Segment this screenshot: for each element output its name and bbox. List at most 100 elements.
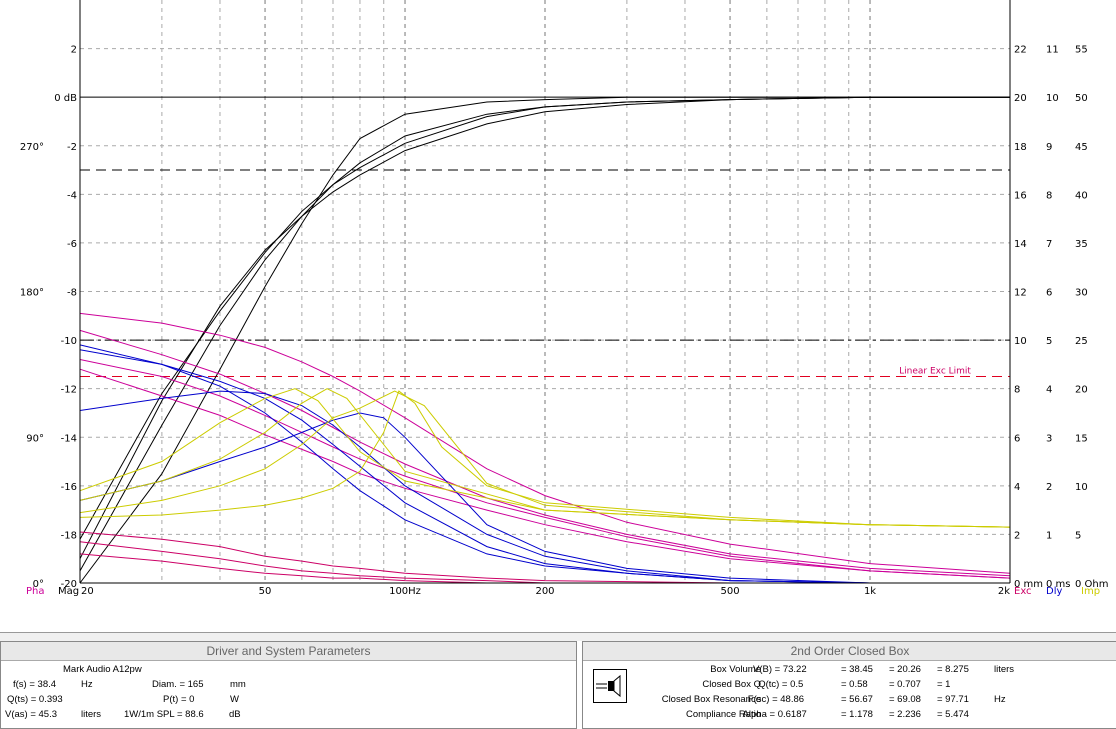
- pha-label: Pha: [26, 586, 45, 597]
- box-row-value: = 20.26: [889, 664, 921, 675]
- delay-tick-label: 8: [1046, 190, 1052, 201]
- fs-value: f(s) = 38.4: [13, 679, 57, 690]
- box-row-label: Closed Box Resonance: [661, 694, 761, 705]
- box-panel-title: 2nd Order Closed Box: [583, 642, 1116, 661]
- x-tick-label: 200: [535, 586, 554, 597]
- response-chart: Linear Exc Limit 2 0 dB -2 -4 -6 -8 -10 -12 -14 -…: [20, 0, 1109, 597]
- exc-tick-label: 14: [1014, 239, 1027, 250]
- box-row-value: = 69.08: [889, 694, 921, 705]
- box-row-label: Closed Box Q: [702, 679, 761, 690]
- delay-curve: [79, 349, 871, 584]
- x-tick-label: 1k: [864, 586, 876, 597]
- box-row-value: Q(tc) = 0.5: [758, 679, 804, 690]
- box-row-unit: Hz: [994, 694, 1006, 705]
- driver-parameters-panel: Driver and System Parameters Mark Audio …: [0, 641, 577, 729]
- mag-tick-label: -2: [67, 142, 77, 153]
- delay-curve: [79, 412, 871, 584]
- exc-tick-label: 10: [1014, 336, 1027, 347]
- imp-tick-label: 30: [1075, 288, 1088, 299]
- box-row-value: = 2.236: [889, 709, 921, 720]
- delay-tick-label: 3: [1046, 433, 1052, 444]
- mag-tick-label: -12: [61, 385, 77, 396]
- imp-tick-label: 25: [1075, 336, 1088, 347]
- box-row-label: Compliance Ratio: [686, 709, 761, 720]
- delay-tick-label: 11: [1046, 45, 1059, 56]
- dly-label: Dly: [1046, 586, 1062, 597]
- delay-tick-label: 5: [1046, 336, 1052, 347]
- box-row-value: = 0.707: [889, 679, 921, 690]
- exc-tick-label: 20: [1014, 93, 1027, 104]
- mag-tick-label: 0 dB: [54, 93, 77, 104]
- box-row-value: Alpha = 0.6187: [742, 709, 807, 720]
- box-row-value: = 1: [937, 679, 951, 690]
- imp-tick-label: 55: [1075, 45, 1088, 56]
- qts-value: Q(ts) = 0.393: [7, 694, 63, 705]
- exc-tick-label: 4: [1014, 482, 1020, 493]
- mag-tick-label: -10: [61, 336, 77, 347]
- vas-value: V(as) = 45.3: [5, 709, 58, 720]
- diam-value: Diam. = 165: [152, 679, 204, 690]
- mag-tick-label: -18: [61, 530, 77, 541]
- delay-tick-label: 1: [1046, 530, 1052, 541]
- linear-exc-limit-label: Linear Exc Limit: [899, 367, 971, 377]
- mag-tick-label: -6: [67, 239, 77, 250]
- pt-value: P(t) = 0: [163, 694, 195, 705]
- delay-curve: [79, 390, 871, 584]
- imp-tick-label: 15: [1075, 433, 1088, 444]
- phase-tick-label: 270°: [20, 142, 44, 153]
- exc-tick-label: 16: [1014, 190, 1027, 201]
- box-row-value: = 97.71: [937, 694, 969, 705]
- delay-tick-label: 9: [1046, 142, 1052, 153]
- mag-label: Mag: [58, 586, 79, 597]
- imp-tick-label: 35: [1075, 239, 1088, 250]
- imp-tick-label: 20: [1075, 385, 1088, 396]
- imp-tick-label: 50: [1075, 93, 1088, 104]
- box-row-value: = 0.58: [841, 679, 868, 690]
- mag-tick-label: -14: [61, 433, 77, 444]
- status-strip: [0, 632, 1116, 641]
- vas-unit: liters: [81, 709, 102, 720]
- box-row-value: V(B) = 73.22: [753, 664, 807, 675]
- phase-tick-label: 90°: [26, 433, 44, 444]
- mag-tick-label: 2: [71, 45, 77, 56]
- exc-tick-label: 6: [1014, 433, 1020, 444]
- exc-label: Exc: [1014, 586, 1032, 597]
- imp-tick-label: 10: [1075, 482, 1088, 493]
- fs-unit: Hz: [81, 679, 93, 690]
- exc-tick-label: 22: [1014, 45, 1027, 56]
- imp-label: Imp: [1081, 586, 1100, 597]
- box-row-unit: liters: [994, 664, 1015, 675]
- exc-tick-label: 12: [1014, 288, 1027, 299]
- diam-unit: mm: [230, 679, 246, 690]
- exc-tick-label: 2: [1014, 530, 1020, 541]
- x-tick-label: 50: [259, 586, 272, 597]
- box-row-value: = 5.474: [937, 709, 969, 720]
- driver-model: Mark Audio A12pw: [63, 664, 142, 675]
- driver-panel-title: Driver and System Parameters: [1, 642, 576, 661]
- box-row-label: Box Volume: [710, 664, 761, 675]
- imp-tick-label: 5: [1075, 530, 1081, 541]
- phase-tick-label: 180°: [20, 288, 44, 299]
- closed-box-panel: 2nd Order Closed Box Box Volume V(B) = 73…: [582, 641, 1116, 729]
- delay-tick-label: 10: [1046, 93, 1059, 104]
- imp-tick-label: 45: [1075, 142, 1088, 153]
- mag-tick-label: -16: [61, 482, 77, 493]
- spl-value: 1W/1m SPL = 88.6: [124, 709, 204, 720]
- box-row-value: = 8.275: [937, 664, 969, 675]
- box-row-value: = 1.178: [841, 709, 873, 720]
- mag-tick-label: -8: [67, 288, 77, 299]
- x-tick-label: 100Hz: [389, 586, 421, 597]
- x-tick-label: 20: [81, 586, 94, 597]
- delay-tick-label: 7: [1046, 239, 1052, 250]
- exc-tick-label: 18: [1014, 142, 1027, 153]
- box-row-value: = 38.45: [841, 664, 873, 675]
- mag-tick-label: -4: [67, 190, 77, 201]
- x-tick-label: 500: [720, 586, 739, 597]
- delay-tick-label: 6: [1046, 288, 1052, 299]
- imp-tick-label: 40: [1075, 190, 1088, 201]
- pt-unit: W: [230, 694, 239, 705]
- delay-tick-label: 2: [1046, 482, 1052, 493]
- exc-tick-label: 8: [1014, 385, 1020, 396]
- box-row-value: F(sc) = 48.86: [747, 694, 805, 705]
- x-tick-label: 2k: [998, 586, 1010, 597]
